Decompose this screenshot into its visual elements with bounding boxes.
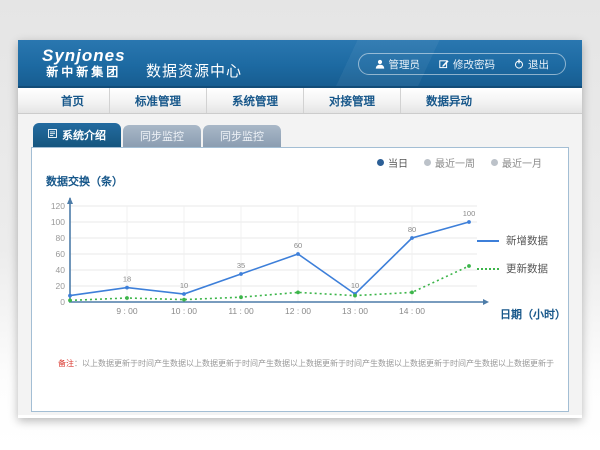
- change-password-button[interactable]: 修改密码: [439, 57, 495, 72]
- tab-label: 同步监控: [140, 128, 184, 144]
- content-area: 系统介绍 同步监控 同步监控 当日 最近一周: [18, 114, 582, 415]
- power-icon: [514, 59, 524, 69]
- svg-text:18: 18: [123, 275, 131, 284]
- logout-label: 退出: [528, 57, 549, 72]
- legend-item-new-data[interactable]: 新增数据: [477, 233, 548, 248]
- legend-line-sample: [477, 240, 499, 242]
- svg-text:14 : 00: 14 : 00: [399, 306, 425, 316]
- x-axis-title: 日期（小时）: [500, 306, 570, 322]
- svg-text:9 : 00: 9 : 00: [116, 306, 138, 316]
- radio-label: 最近一周: [435, 155, 475, 170]
- svg-text:10 : 00: 10 : 00: [171, 306, 197, 316]
- tab-label: 同步监控: [220, 128, 264, 144]
- radio-today[interactable]: 当日: [377, 155, 408, 170]
- nav-item-integration[interactable]: 对接管理: [303, 88, 400, 113]
- tab-system-intro[interactable]: 系统介绍: [33, 123, 121, 147]
- app-window: Synjones 新中新集团 数据资源中心 管理员 修改密码 退出: [18, 40, 582, 418]
- logout-button[interactable]: 退出: [514, 57, 549, 72]
- svg-text:35: 35: [237, 261, 245, 270]
- svg-text:10: 10: [180, 281, 188, 290]
- svg-text:11 : 00: 11 : 00: [228, 306, 254, 316]
- tab-bar: 系统介绍 同步监控 同步监控: [33, 126, 569, 147]
- svg-text:80: 80: [56, 233, 66, 243]
- svg-text:10: 10: [351, 281, 359, 290]
- footnote: 备注：以上数据更新于时间产生数据以上数据更新于时间产生数据以上数据更新于时间产生…: [58, 358, 554, 369]
- line-chart: 0 20 40 60 80 100 120 9 : 00 10 : 00 11 : 00 12 : …: [34, 188, 494, 328]
- time-filter: 当日 最近一周 最近一月: [377, 155, 542, 170]
- svg-text:13 : 00: 13 : 00: [342, 306, 368, 316]
- legend-item-updated-data[interactable]: 更新数据: [477, 261, 548, 276]
- y-axis-title: 数据交换（条）: [46, 173, 123, 189]
- svg-text:100: 100: [51, 217, 65, 227]
- user-name: 管理员: [389, 57, 421, 72]
- legend-label: 更新数据: [506, 261, 548, 276]
- nav-item-standards[interactable]: 标准管理: [109, 88, 206, 113]
- tab-sync-monitor-1[interactable]: 同步监控: [123, 125, 201, 147]
- footnote-text: ：以上数据更新于时间产生数据以上数据更新于时间产生数据以上数据更新于时间产生数据…: [74, 359, 554, 368]
- logo-secondary: 新中新集团: [42, 65, 126, 80]
- logo-primary: Synjones: [42, 46, 126, 65]
- nav-item-data-changes[interactable]: 数据异动: [400, 88, 497, 113]
- main-nav: 首页 标准管理 系统管理 对接管理 数据异动: [18, 88, 582, 114]
- nav-item-system[interactable]: 系统管理: [206, 88, 303, 113]
- radio-last-month[interactable]: 最近一月: [491, 155, 542, 170]
- chart-panel: 当日 最近一周 最近一月 数据交换（条） 0 20 40 60 80 100 120 9 : …: [31, 147, 569, 412]
- svg-text:60: 60: [294, 241, 302, 250]
- radio-dot: [491, 159, 498, 166]
- legend-label: 新增数据: [506, 233, 548, 248]
- app-header: Synjones 新中新集团 数据资源中心 管理员 修改密码 退出: [18, 40, 582, 88]
- svg-text:40: 40: [56, 265, 66, 275]
- user-icon: [375, 59, 385, 69]
- logo: Synjones 新中新集团: [42, 46, 126, 80]
- svg-text:12 : 00: 12 : 00: [285, 306, 311, 316]
- legend-line-sample: [477, 268, 499, 270]
- svg-text:120: 120: [51, 201, 65, 211]
- radio-dot: [377, 159, 384, 166]
- svg-text:80: 80: [408, 225, 416, 234]
- footnote-label: 备注: [58, 359, 74, 368]
- change-password-label: 修改密码: [453, 57, 495, 72]
- radio-last-week[interactable]: 最近一周: [424, 155, 475, 170]
- form-icon: [48, 129, 57, 141]
- user-menu-admin[interactable]: 管理员: [375, 57, 421, 72]
- svg-text:60: 60: [56, 249, 66, 259]
- page-title: 数据资源中心: [146, 60, 242, 81]
- radio-label: 最近一月: [502, 155, 542, 170]
- svg-text:20: 20: [56, 281, 66, 291]
- edit-icon: [439, 59, 449, 69]
- radio-dot: [424, 159, 431, 166]
- nav-item-home[interactable]: 首页: [36, 88, 109, 113]
- svg-text:100: 100: [463, 209, 476, 218]
- radio-label: 当日: [388, 155, 408, 170]
- chart-legend: 新增数据 更新数据: [477, 233, 548, 276]
- svg-text:0: 0: [60, 297, 65, 307]
- tab-label: 系统介绍: [62, 127, 106, 143]
- tab-sync-monitor-2[interactable]: 同步监控: [203, 125, 281, 147]
- user-menu: 管理员 修改密码 退出: [358, 53, 567, 75]
